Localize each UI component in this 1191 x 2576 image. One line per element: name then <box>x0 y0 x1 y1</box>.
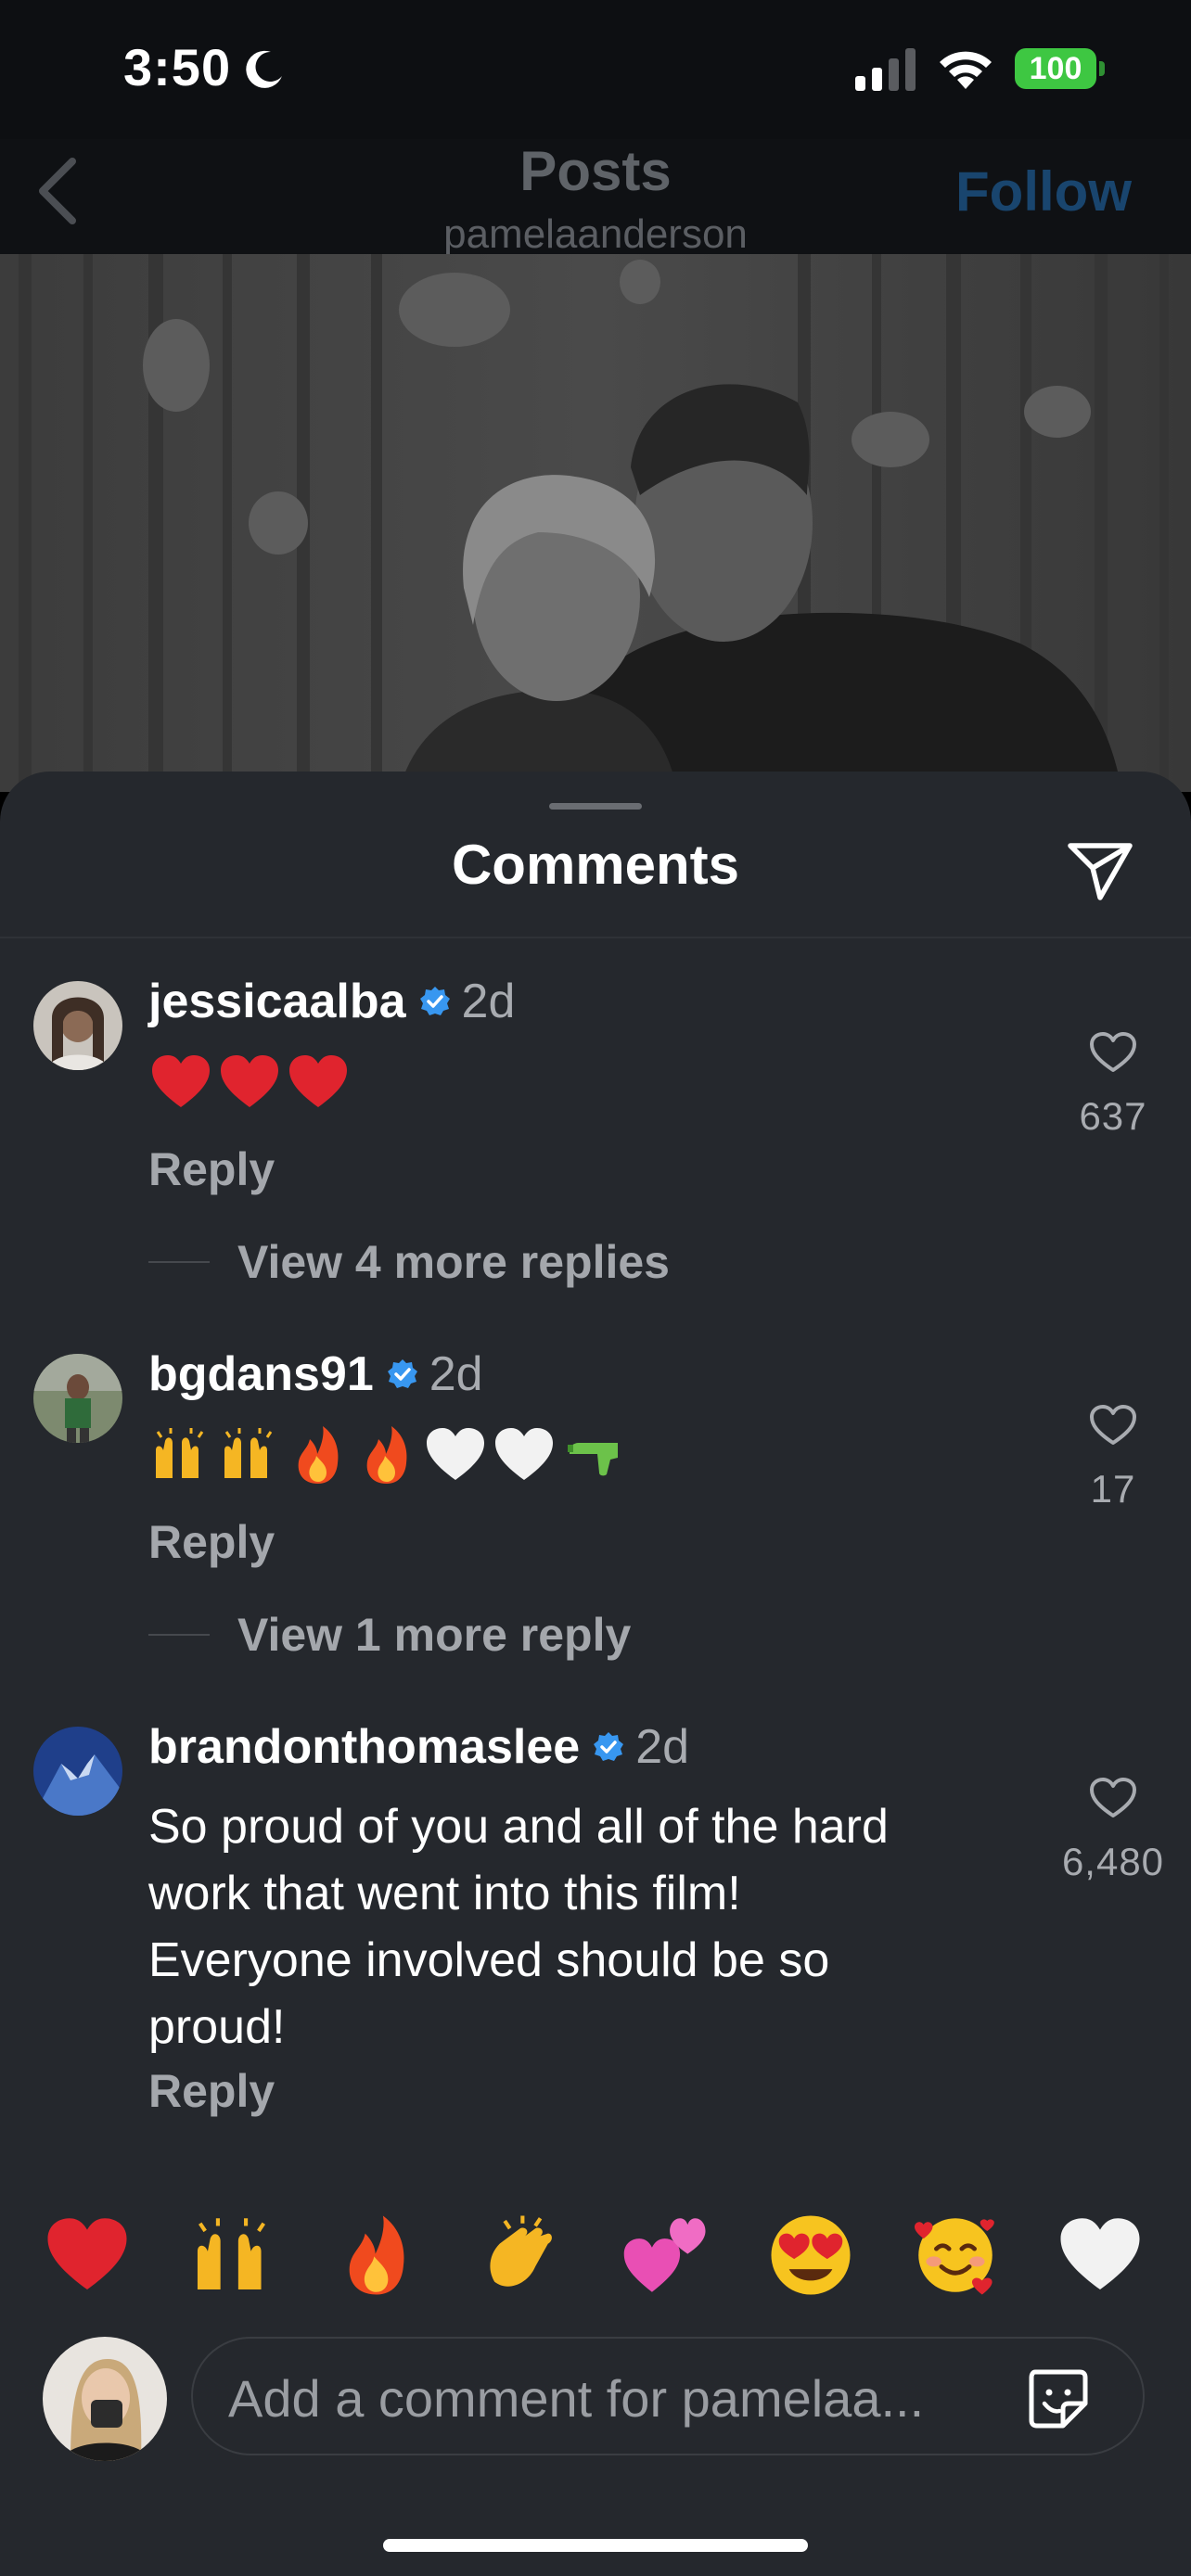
comment-header: jessicaalba 2d <box>148 974 515 1029</box>
white-heart-icon <box>427 1428 484 1480</box>
like-count: 6,480 <box>1061 1840 1165 1883</box>
replies-line <box>148 1261 210 1263</box>
battery-tip <box>1099 61 1105 76</box>
fire-icon <box>298 1426 339 1484</box>
red-heart-icon <box>221 1055 278 1107</box>
comment-text <box>148 1422 625 1487</box>
raising-hands-icon <box>156 1428 204 1478</box>
view-replies-label: View 4 more replies <box>237 1236 670 1288</box>
sheet-grab-handle[interactable] <box>549 803 642 810</box>
comment-username[interactable]: bgdans91 <box>148 1346 374 1402</box>
comment-text-line: Everyone involved should be so <box>148 1933 830 1987</box>
comment-text-line: So proud of you and all of the hard <box>148 1800 889 1854</box>
comments-sheet: Comments jessicaalba 2d Reply 637 View 4… <box>0 772 1191 2576</box>
comment-username[interactable]: brandonthomaslee <box>148 1719 580 1775</box>
reaction-fire[interactable] <box>332 2211 421 2300</box>
fire-icon <box>349 2215 404 2295</box>
like-count: 17 <box>1090 1467 1136 1511</box>
view-replies-button[interactable]: View 1 more reply <box>148 1608 631 1662</box>
battery-indicator: 100 <box>1015 48 1096 89</box>
like-control[interactable]: 6,480 <box>1048 1777 1178 1884</box>
share-send-icon[interactable] <box>1067 840 1133 901</box>
like-control[interactable]: 637 <box>1048 1031 1178 1139</box>
app-header: Posts pamelaanderson Follow <box>0 139 1191 257</box>
reply-button[interactable]: Reply <box>148 2064 275 2118</box>
two-hearts-icon <box>623 2218 706 2292</box>
reaction-white-heart[interactable] <box>1056 2211 1145 2300</box>
heart-outline-icon[interactable] <box>1089 1404 1137 1447</box>
like-control[interactable]: 17 <box>1048 1404 1178 1511</box>
cellular-signal-icon <box>855 48 916 91</box>
reaction-clapping-hands[interactable] <box>477 2211 566 2300</box>
comment-time: 2d <box>635 1720 690 1774</box>
comment-text: So proud of you and all of the hard work… <box>148 1793 1020 2060</box>
white-heart-icon <box>495 1428 553 1480</box>
red-heart-icon <box>289 1055 347 1107</box>
sheet-title: Comments <box>451 834 740 896</box>
post-photo-image <box>0 254 1191 792</box>
reaction-two-hearts[interactable] <box>621 2211 711 2300</box>
red-heart-icon <box>47 2218 127 2290</box>
verified-badge-icon <box>594 1732 624 1761</box>
replies-line <box>148 1634 210 1636</box>
white-heart-icon <box>1060 2218 1140 2290</box>
like-count: 637 <box>1079 1094 1147 1138</box>
sticker-icon[interactable] <box>1024 2365 1091 2431</box>
sheet-divider <box>0 937 1191 938</box>
comment-item: jessicaalba 2d Reply 637 <box>0 974 1191 1270</box>
avatar[interactable] <box>33 1727 122 1816</box>
comment-text-line: proud! <box>148 2000 286 2054</box>
comment-time: 2d <box>429 1347 483 1401</box>
verified-badge-icon <box>387 1359 417 1388</box>
fire-icon <box>366 1426 407 1484</box>
wifi-icon <box>940 51 992 89</box>
raising-hands-icon <box>224 1428 273 1478</box>
avatar[interactable] <box>33 1354 122 1443</box>
comment-header: brandonthomaslee 2d <box>148 1719 689 1775</box>
avatar[interactable] <box>33 981 122 1070</box>
moon-icon <box>246 50 282 88</box>
heart-eyes-icon <box>771 2215 851 2295</box>
view-replies-button[interactable]: View 4 more replies <box>148 1235 670 1289</box>
water-pistol-icon <box>568 1443 618 1476</box>
comment-item: bgdans91 2d Reply 17 <box>0 1346 1191 1643</box>
heart-outline-icon[interactable] <box>1089 1031 1137 1074</box>
comment-input-placeholder: Add a comment for pamelaa... <box>228 2369 925 2428</box>
current-user-avatar[interactable] <box>43 2337 167 2461</box>
red-heart-icon <box>152 1055 210 1107</box>
comment-input[interactable]: Add a comment for pamelaa... <box>191 2337 1145 2455</box>
clapping-hands-icon <box>490 2215 552 2287</box>
comment-text-line: work that went into this film! <box>148 1867 741 1920</box>
view-replies-label: View 1 more reply <box>237 1609 632 1661</box>
comment-text <box>148 1050 351 1115</box>
comment-username[interactable]: jessicaalba <box>148 974 406 1029</box>
comment-header: bgdans91 2d <box>148 1346 483 1402</box>
follow-button[interactable]: Follow <box>955 159 1132 223</box>
reaction-raising-hands[interactable] <box>187 2211 276 2300</box>
quick-reactions-bar <box>0 2211 1191 2303</box>
comment-item: brandonthomaslee 2d So proud of you and … <box>0 1719 1191 2117</box>
status-bar: 3:50 100 <box>0 0 1191 148</box>
verified-badge-icon <box>419 987 450 1015</box>
comment-time: 2d <box>461 975 516 1028</box>
raising-hands-icon <box>197 2218 265 2290</box>
post-photo <box>0 254 1191 792</box>
heart-outline-icon[interactable] <box>1089 1777 1137 1819</box>
reply-button[interactable]: Reply <box>148 1515 275 1569</box>
reaction-red-heart[interactable] <box>43 2211 132 2300</box>
reply-button[interactable]: Reply <box>148 1142 275 1196</box>
status-time: 3:50 <box>123 38 232 96</box>
reaction-smiling-hearts[interactable] <box>911 2211 1000 2300</box>
smiling-face-with-hearts-icon <box>914 2218 994 2295</box>
home-indicator[interactable] <box>383 2539 808 2552</box>
reaction-heart-eyes[interactable] <box>766 2211 855 2300</box>
